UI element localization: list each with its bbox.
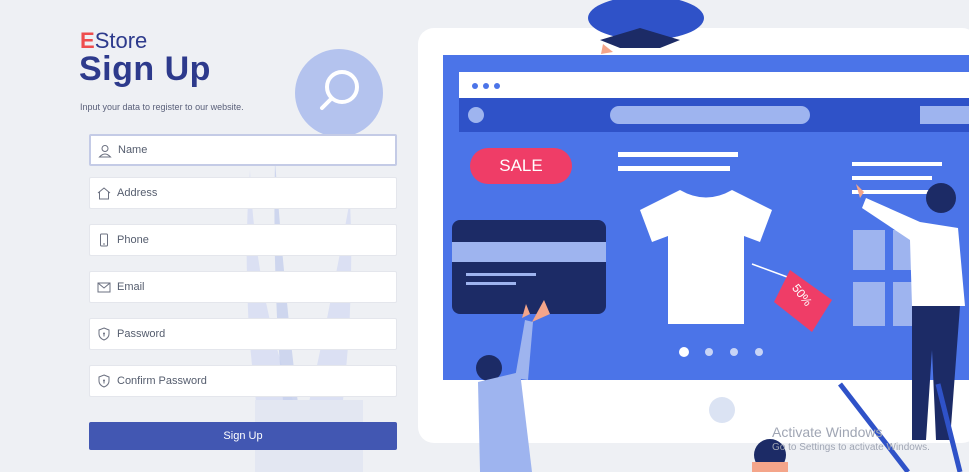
activation-watermark-title: Activate Windows [772,424,883,440]
shield-icon [98,327,110,341]
page-title: Sign Up [79,50,211,88]
name-input[interactable] [118,136,388,164]
activation-watermark-subtitle: Go to Settings to activate Windows. [772,442,930,453]
address-field[interactable] [89,177,397,209]
shield-icon [98,374,110,388]
password-input[interactable] [117,319,387,349]
phone-field[interactable] [89,224,397,256]
home-icon [97,187,111,200]
confirm-password-input[interactable] [117,366,387,396]
name-field[interactable] [89,134,397,166]
phone-input[interactable] [117,225,387,255]
password-field[interactable] [89,318,397,350]
mail-icon [97,282,111,293]
page-subtitle: Input your data to register to our websi… [80,102,244,112]
sale-badge-text: SALE [499,156,543,175]
sign-up-button[interactable]: Sign Up [89,422,397,450]
confirm-password-field[interactable] [89,365,397,397]
address-input[interactable] [117,178,387,208]
user-icon [98,145,112,158]
email-field[interactable] [89,271,397,303]
email-input[interactable] [117,272,387,302]
phone-icon [100,233,108,247]
